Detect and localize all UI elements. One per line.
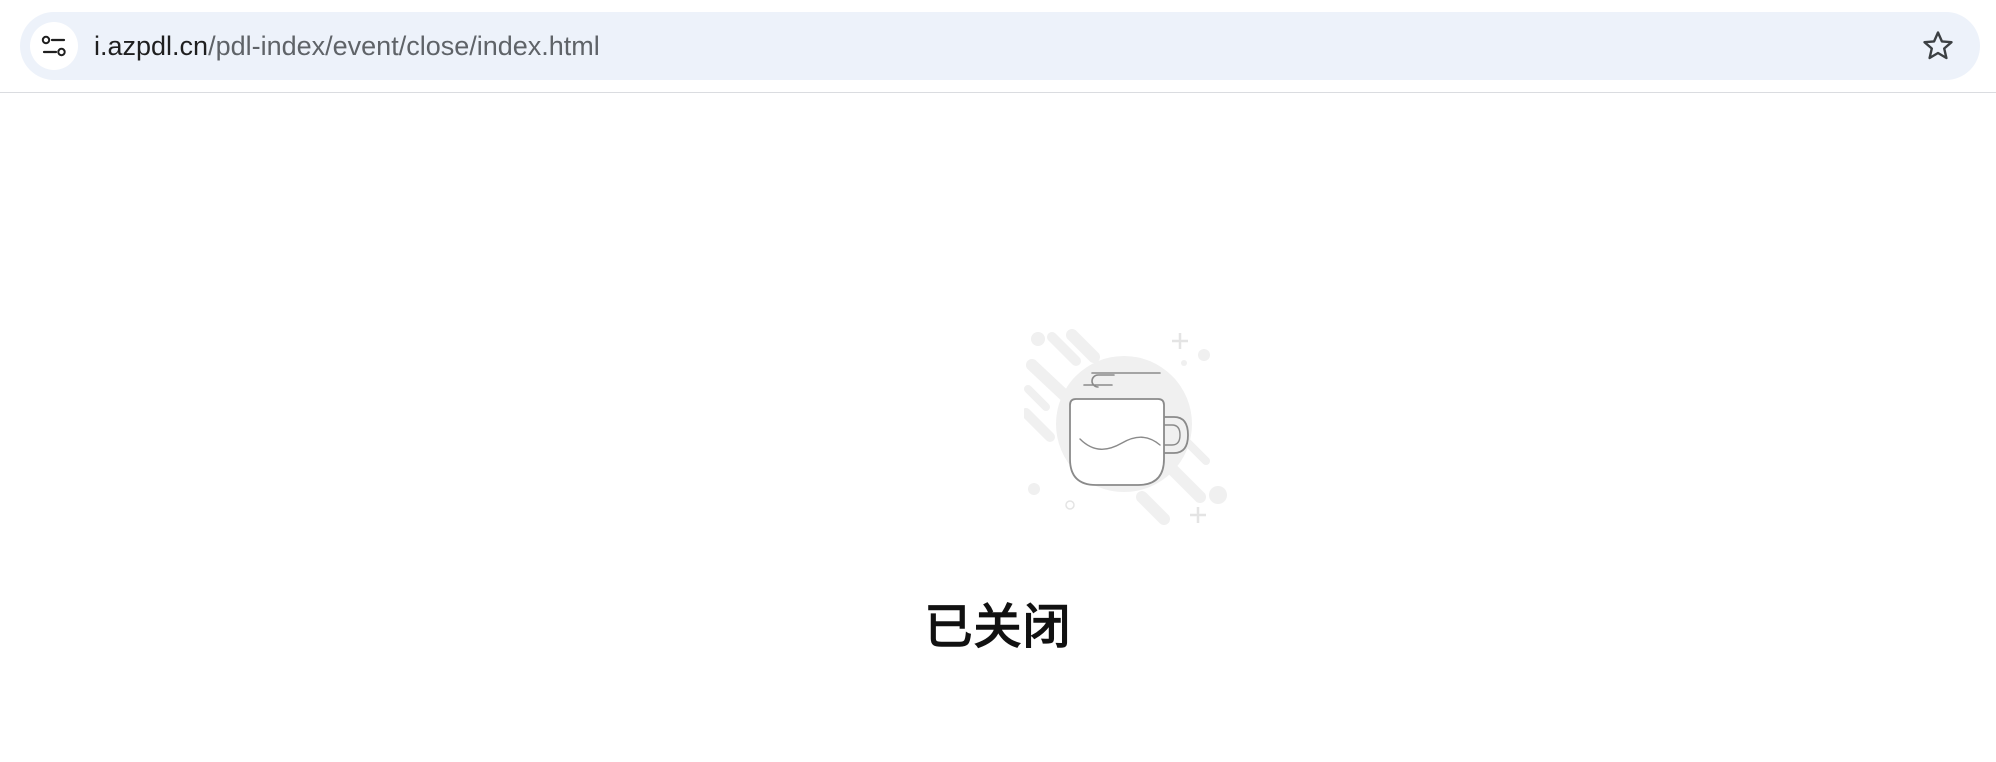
- url-path: /pdl-index/event/close/index.html: [208, 31, 600, 61]
- site-info-button[interactable]: [30, 22, 78, 70]
- coffee-cup-icon: [1024, 329, 1227, 525]
- tune-icon: [41, 35, 66, 57]
- status-title: 已关闭: [924, 599, 1072, 655]
- address-bar[interactable]: i.azpdl.cn/pdl-index/event/close/index.h…: [20, 12, 1980, 80]
- browser-toolbar: i.azpdl.cn/pdl-index/event/close/index.h…: [0, 0, 1996, 93]
- star-outline-icon: [1923, 31, 1953, 60]
- url-host: i.azpdl.cn: [94, 31, 209, 61]
- url-text[interactable]: i.azpdl.cn/pdl-index/event/close/index.h…: [94, 12, 600, 80]
- page-content: 已关闭: [0, 93, 1996, 762]
- bookmark-star-button[interactable]: [1918, 26, 1958, 66]
